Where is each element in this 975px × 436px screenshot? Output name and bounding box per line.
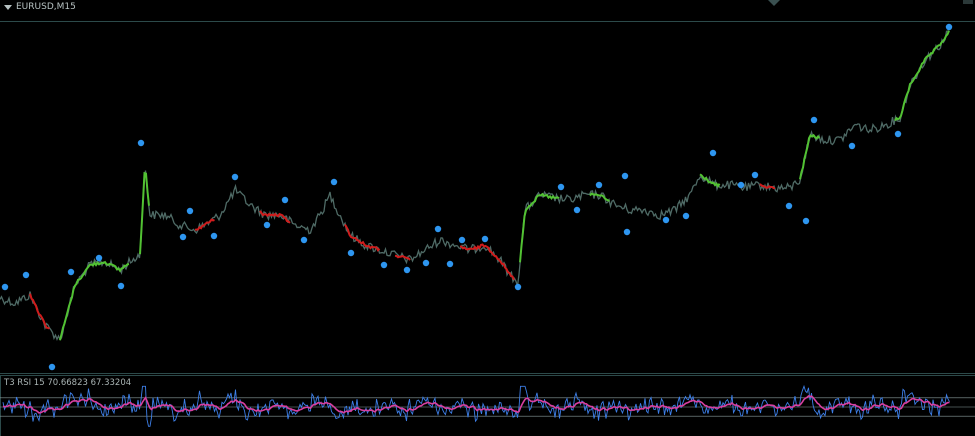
swing-low-marker — [446, 260, 454, 268]
downtrend-segment — [194, 218, 215, 231]
symbol-label[interactable]: EURUSD,M15 — [16, 2, 76, 12]
swing-high-marker — [458, 236, 466, 244]
downtrend-segment — [344, 224, 381, 252]
swing-low-marker — [514, 283, 522, 291]
swing-high-marker — [481, 235, 489, 243]
swing-high-marker — [67, 268, 75, 276]
swing-high-marker — [22, 271, 30, 279]
swing-high-marker — [281, 196, 289, 204]
swing-high-marker — [557, 183, 565, 191]
swing-high-marker — [434, 225, 442, 233]
swing-high-marker — [186, 207, 194, 215]
swing-low-marker — [380, 261, 388, 269]
swing-low-marker — [682, 212, 690, 220]
swing-high-marker — [709, 149, 717, 157]
swing-high-marker — [1, 283, 9, 291]
chart-canvas[interactable] — [0, 0, 975, 436]
uptrend-segment — [519, 192, 560, 263]
shift-marker-icon[interactable] — [768, 0, 780, 6]
swing-high-marker — [621, 172, 629, 180]
dropdown-arrow-icon[interactable] — [4, 5, 12, 10]
swing-high-marker — [810, 116, 818, 124]
swing-low-marker — [179, 233, 187, 241]
indicator-label: T3 RSI 15 70.66823 67.33204 — [4, 378, 132, 388]
swing-low-marker — [737, 181, 745, 189]
swing-low-marker — [662, 216, 670, 224]
swing-high-marker — [595, 181, 603, 189]
swing-low-marker — [623, 228, 631, 236]
swing-low-marker — [802, 217, 810, 225]
swing-low-marker — [422, 259, 430, 267]
swing-low-marker — [210, 232, 218, 240]
swing-high-marker — [95, 254, 103, 262]
swing-high-marker — [137, 139, 145, 147]
rsi-t3-line — [2, 394, 950, 414]
swing-low-marker — [347, 249, 355, 257]
swing-low-marker — [48, 363, 56, 371]
uptrend-segment — [139, 171, 150, 255]
rsi-raw-line — [2, 384, 950, 427]
swing-low-marker — [117, 282, 125, 290]
swing-low-marker — [403, 266, 411, 274]
swing-high-marker — [231, 173, 239, 181]
swing-low-marker — [263, 221, 271, 229]
price-line — [0, 30, 950, 342]
rsi-layer — [0, 384, 975, 427]
window-control[interactable] — [963, 0, 973, 4]
swing-low-marker — [573, 206, 581, 214]
swing-high-marker — [751, 171, 759, 179]
uptrend-segment — [799, 133, 821, 180]
swing-low-marker — [894, 130, 902, 138]
uptrend-segment — [894, 30, 950, 122]
swing-high-marker — [945, 23, 953, 31]
swing-high-marker — [330, 178, 338, 186]
swing-low-marker — [848, 142, 856, 150]
swing-low-marker — [785, 202, 793, 210]
swing-low-marker — [300, 236, 308, 244]
price-layer — [0, 23, 953, 371]
chart-window: EURUSD,M15 T3 RSI 15 70.66823 67.33204 — [0, 0, 975, 436]
